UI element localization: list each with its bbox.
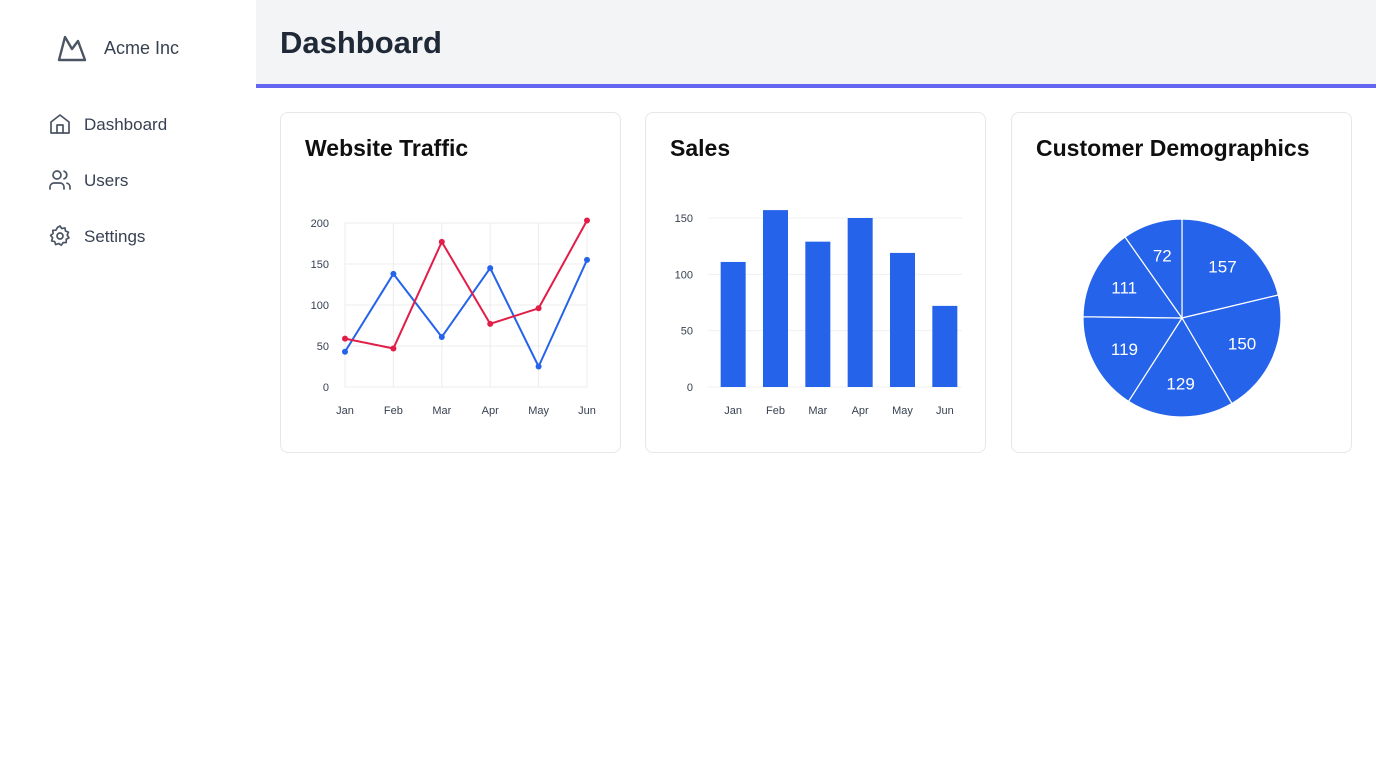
x-tick-label: Mar — [432, 405, 451, 417]
mountain-icon — [57, 35, 87, 62]
y-tick-label: 150 — [311, 259, 329, 271]
y-tick-label: 0 — [323, 382, 329, 394]
x-tick-label: Jan — [336, 405, 354, 417]
sales-card: Sales 0 50 100 150 Jan Feb Mar Apr May Jun — [645, 112, 986, 453]
data-point — [584, 217, 590, 224]
bar — [890, 252, 915, 387]
sidebar-item-label: Settings — [84, 227, 146, 246]
x-tick-label: May — [528, 405, 549, 417]
y-tick-label: 100 — [311, 300, 329, 312]
series-line-1 — [344, 259, 588, 368]
demographics-card: Customer Demographics 157 150 129 119 111 72 — [1011, 112, 1352, 453]
data-point — [584, 256, 590, 263]
data-point — [487, 320, 494, 327]
page-header: Dashboard — [256, 0, 1376, 88]
slice-label: 129 — [1166, 374, 1194, 393]
bar — [932, 305, 958, 387]
y-tick-label: 100 — [675, 269, 693, 281]
sidebar-item-label: Dashboard — [84, 115, 168, 134]
slice-label: 72 — [1153, 247, 1172, 266]
sales-bar-chart: 0 50 100 150 Jan Feb Mar Apr May Jun — [675, 210, 962, 417]
x-tick-label: Feb — [384, 405, 403, 417]
sidebar-item-users[interactable]: Users — [48, 166, 248, 194]
slice-label: 111 — [1111, 279, 1137, 298]
x-tick-label: Jun — [578, 405, 596, 417]
bar — [847, 218, 873, 387]
traffic-card: Website Traffic 0 50 100 150 200 Jan Feb Mar Apr… — [280, 112, 621, 453]
data-point — [390, 345, 397, 352]
y-tick-label: 200 — [311, 218, 329, 230]
slice-label: 157 — [1208, 258, 1236, 277]
y-tick-label: 150 — [675, 213, 693, 225]
data-point — [487, 265, 494, 272]
x-tick-label: May — [892, 405, 913, 417]
series-line-2 — [344, 220, 588, 350]
sidebar-nav: Dashboard Users Settings — [48, 110, 248, 278]
bar — [763, 210, 788, 387]
gear-icon — [49, 225, 70, 247]
brand-name: Acme Inc — [104, 38, 180, 58]
bar — [805, 241, 831, 387]
slice-label: 119 — [1111, 340, 1138, 359]
data-point — [438, 238, 445, 245]
slice-label: 150 — [1228, 335, 1256, 354]
y-tick-label: 50 — [681, 326, 693, 338]
traffic-line-chart: 0 50 100 150 200 Jan Feb Mar Apr May Jun — [311, 217, 596, 417]
x-tick-label: Jun — [936, 405, 954, 417]
users-icon — [49, 170, 71, 190]
data-point — [342, 335, 348, 342]
data-point — [535, 305, 542, 312]
y-tick-label: 0 — [687, 382, 693, 394]
page-title: Dashboard — [280, 25, 442, 60]
sidebar: Acme Inc Dashboard Users Settings — [0, 0, 256, 768]
app-root: Acme Inc Dashboard Users Settings Dashbo… — [0, 0, 1376, 768]
data-point — [535, 363, 542, 370]
y-tick-label: 50 — [317, 341, 329, 353]
data-point — [438, 333, 445, 340]
home-icon — [50, 114, 70, 134]
x-tick-label: Apr — [482, 405, 499, 417]
sidebar-item-label: Users — [84, 171, 129, 190]
demographics-pie-chart: 157 150 129 119 111 72 — [1082, 218, 1282, 418]
x-tick-label: Feb — [766, 405, 785, 417]
sidebar-item-dashboard[interactable]: Dashboard — [48, 110, 248, 138]
x-tick-label: Apr — [852, 405, 869, 417]
bar — [720, 261, 746, 387]
brand[interactable]: Acme Inc — [56, 30, 179, 64]
x-tick-label: Mar — [808, 405, 827, 417]
sidebar-item-settings[interactable]: Settings — [48, 222, 248, 250]
data-point — [390, 270, 397, 277]
data-point — [342, 348, 348, 355]
x-tick-label: Jan — [724, 405, 742, 417]
